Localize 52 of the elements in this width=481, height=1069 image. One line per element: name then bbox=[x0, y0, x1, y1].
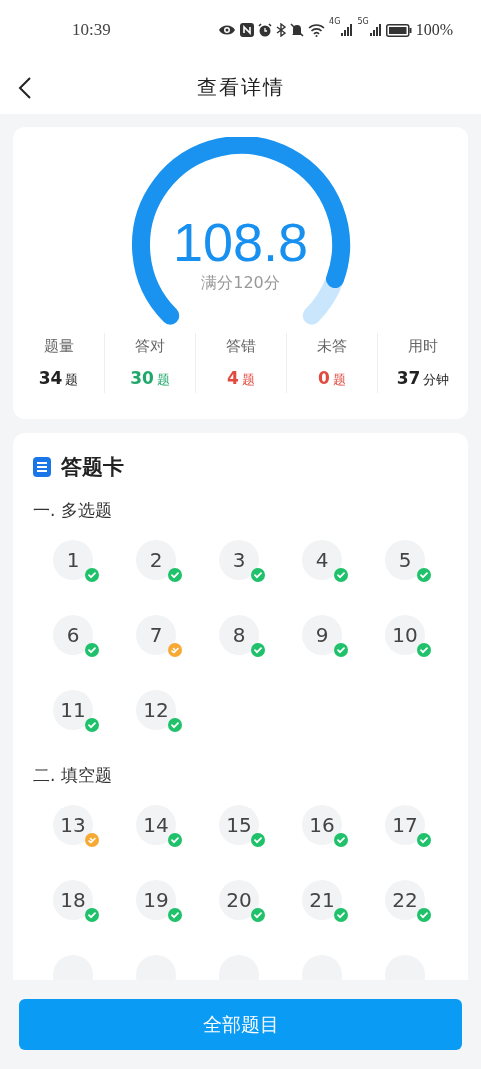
stat-value: 30 题 bbox=[130, 368, 170, 389]
question-bubble[interactable]: 18 bbox=[53, 880, 93, 920]
question-bubble[interactable]: 21 bbox=[302, 880, 342, 920]
question-bubble[interactable]: 6 bbox=[53, 615, 93, 655]
battery-percent: 100% bbox=[415, 21, 453, 39]
question-bubble[interactable]: 1 bbox=[53, 540, 93, 580]
question-bubble[interactable]: 3 bbox=[219, 540, 259, 580]
wifi-icon bbox=[308, 23, 326, 37]
page-title: 查看详情 bbox=[196, 73, 285, 101]
question-bubble[interactable]: 12 bbox=[136, 690, 176, 730]
question-bubble[interactable]: 2 bbox=[136, 540, 176, 580]
nfc-icon bbox=[240, 23, 255, 37]
signal-icon bbox=[341, 24, 354, 36]
question-bubble[interactable]: 10 bbox=[385, 615, 425, 655]
section-title: 二. 填空题 bbox=[33, 764, 113, 787]
alarm-icon bbox=[258, 23, 273, 37]
stat-value: 0 题 bbox=[318, 368, 346, 389]
stat-label: 答错 bbox=[226, 337, 256, 356]
bluetooth-icon bbox=[276, 23, 287, 37]
signal-icon bbox=[369, 24, 382, 36]
question-bubble[interactable]: 5 bbox=[385, 540, 425, 580]
question-bubble[interactable]: 4 bbox=[302, 540, 342, 580]
stat-label: 用时 bbox=[408, 337, 438, 356]
score-value: 108.8 bbox=[172, 215, 309, 269]
question-bubble[interactable]: 9 bbox=[302, 615, 342, 655]
network-label: 4G bbox=[329, 17, 341, 26]
network-label: 5G bbox=[357, 17, 369, 26]
question-bubble[interactable]: 19 bbox=[136, 880, 176, 920]
full-score-caption: 满分120分 bbox=[201, 273, 280, 294]
question-bubble[interactable]: 13 bbox=[53, 805, 93, 845]
status-time: 10:39 bbox=[72, 20, 111, 40]
stat-label: 未答 bbox=[317, 337, 347, 356]
question-bubble[interactable]: 14 bbox=[136, 805, 176, 845]
question-bubble[interactable]: 7 bbox=[136, 615, 176, 655]
eye-icon bbox=[218, 24, 237, 36]
question-bubble[interactable]: 17 bbox=[385, 805, 425, 845]
question-bubble[interactable]: 20 bbox=[219, 880, 259, 920]
stat-value: 37 分钟 bbox=[396, 368, 450, 389]
question-bubble[interactable]: 8 bbox=[219, 615, 259, 655]
stat-value: 4 题 bbox=[227, 368, 255, 389]
stat-label: 答对 bbox=[135, 337, 165, 356]
question-bubble[interactable]: 15 bbox=[219, 805, 259, 845]
stat-value: 34 题 bbox=[38, 368, 79, 389]
question-bubble[interactable]: 16 bbox=[302, 805, 342, 845]
card-icon bbox=[33, 457, 51, 477]
battery-icon bbox=[385, 23, 412, 37]
question-bubble[interactable]: 11 bbox=[53, 690, 93, 730]
card-title: 答题卡 bbox=[61, 454, 124, 481]
stat-label: 题量 bbox=[43, 337, 74, 356]
section-title: 一. 多选题 bbox=[33, 499, 113, 522]
bell-off-icon bbox=[290, 23, 305, 37]
question-bubble[interactable]: 22 bbox=[385, 880, 425, 920]
